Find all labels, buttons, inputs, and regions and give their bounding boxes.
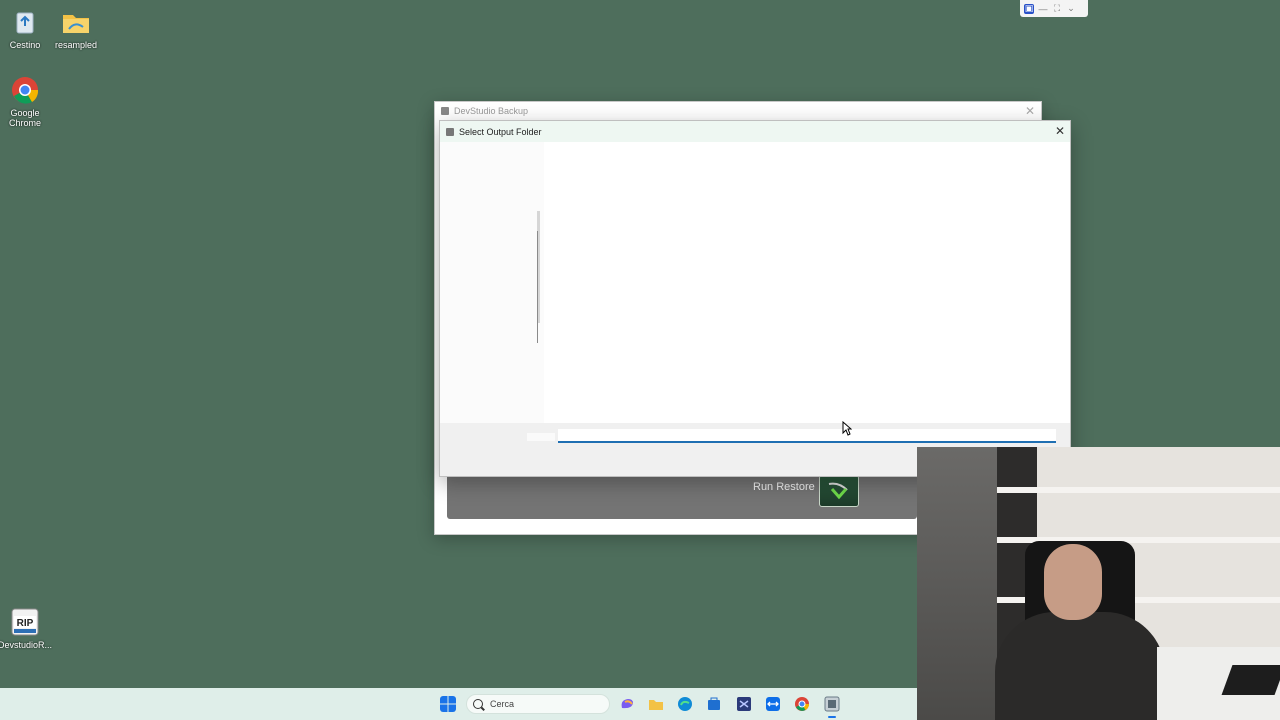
navigation-pane[interactable] — [440, 142, 537, 423]
search-placeholder: Cerca — [490, 699, 515, 709]
dialog-body — [440, 142, 1070, 423]
mouse-cursor-icon — [842, 421, 852, 436]
window-titlebar: DevStudio Backup — [435, 102, 1041, 120]
teamviewer-icon[interactable] — [765, 696, 781, 712]
dialog-titlebar: Select Output Folder — [440, 121, 1070, 142]
recycle-bin-icon — [10, 7, 40, 37]
desktop-icon-folder[interactable]: resampled — [46, 7, 106, 50]
taskbar: Cerca — [0, 688, 917, 720]
run-restore-label: Run Restore — [753, 481, 815, 493]
nav-scrollbar-thumb[interactable] — [537, 231, 538, 343]
svg-text:RIP: RIP — [17, 618, 34, 629]
folder-content-pane[interactable] — [544, 142, 1070, 423]
remote-toolbar: ▣ — ⛶ ⌄ — [1020, 0, 1088, 17]
edge-icon[interactable] — [677, 696, 693, 712]
folder-icon — [61, 7, 91, 37]
devstudio-backup-taskbar-icon[interactable] — [824, 696, 840, 712]
desktop-icon-label: Google Chrome — [8, 108, 41, 128]
close-icon[interactable]: ✕ — [1025, 104, 1035, 118]
desktop-icon-label: DevstudioR... — [0, 640, 53, 650]
close-icon[interactable]: ✕ — [1055, 124, 1065, 138]
select-output-folder-dialog: Select Output Folder ✕ — [439, 120, 1071, 477]
visual-studio-icon[interactable] — [736, 696, 752, 712]
restore-panel: Run Restore — [447, 474, 917, 519]
desktop-icon-devstudio[interactable]: RIP DevstudioR... — [0, 607, 55, 650]
search-icon — [473, 699, 483, 709]
webcam-person-body — [995, 612, 1165, 720]
chevron-down-icon[interactable]: ⌄ — [1066, 3, 1076, 14]
app-icon — [441, 107, 449, 115]
file-explorer-icon[interactable] — [648, 696, 664, 712]
taskbar-search[interactable]: Cerca — [466, 694, 610, 714]
folder-label — [527, 433, 555, 441]
webcam-overlay — [917, 447, 1280, 720]
folder-path-input[interactable] — [558, 429, 1056, 443]
store-icon[interactable] — [706, 696, 722, 712]
run-restore-button[interactable] — [819, 475, 859, 507]
devstudio-rip-icon: RIP — [10, 607, 40, 637]
dialog-title: Select Output Folder — [459, 126, 542, 137]
desktop-icon-chrome[interactable]: Google Chrome — [0, 75, 55, 128]
active-app-indicator — [828, 716, 836, 718]
chrome-icon — [10, 75, 40, 105]
window-title: DevStudio Backup — [454, 106, 529, 116]
webcam-keyboard — [1221, 665, 1280, 695]
copilot-icon[interactable] — [619, 696, 635, 712]
chrome-icon[interactable] — [794, 696, 810, 712]
desktop-icon-label: resampled — [54, 40, 98, 50]
webcam-wall — [917, 447, 997, 720]
fullscreen-icon[interactable]: ⛶ — [1052, 3, 1062, 14]
app-icon — [446, 127, 454, 136]
webcam-person-head — [1044, 544, 1102, 620]
restore-arrow-icon — [828, 482, 848, 500]
monitor-icon[interactable]: ▣ — [1024, 3, 1034, 14]
windows-start-icon[interactable] — [440, 696, 456, 712]
minimize-icon[interactable]: — — [1038, 4, 1048, 14]
